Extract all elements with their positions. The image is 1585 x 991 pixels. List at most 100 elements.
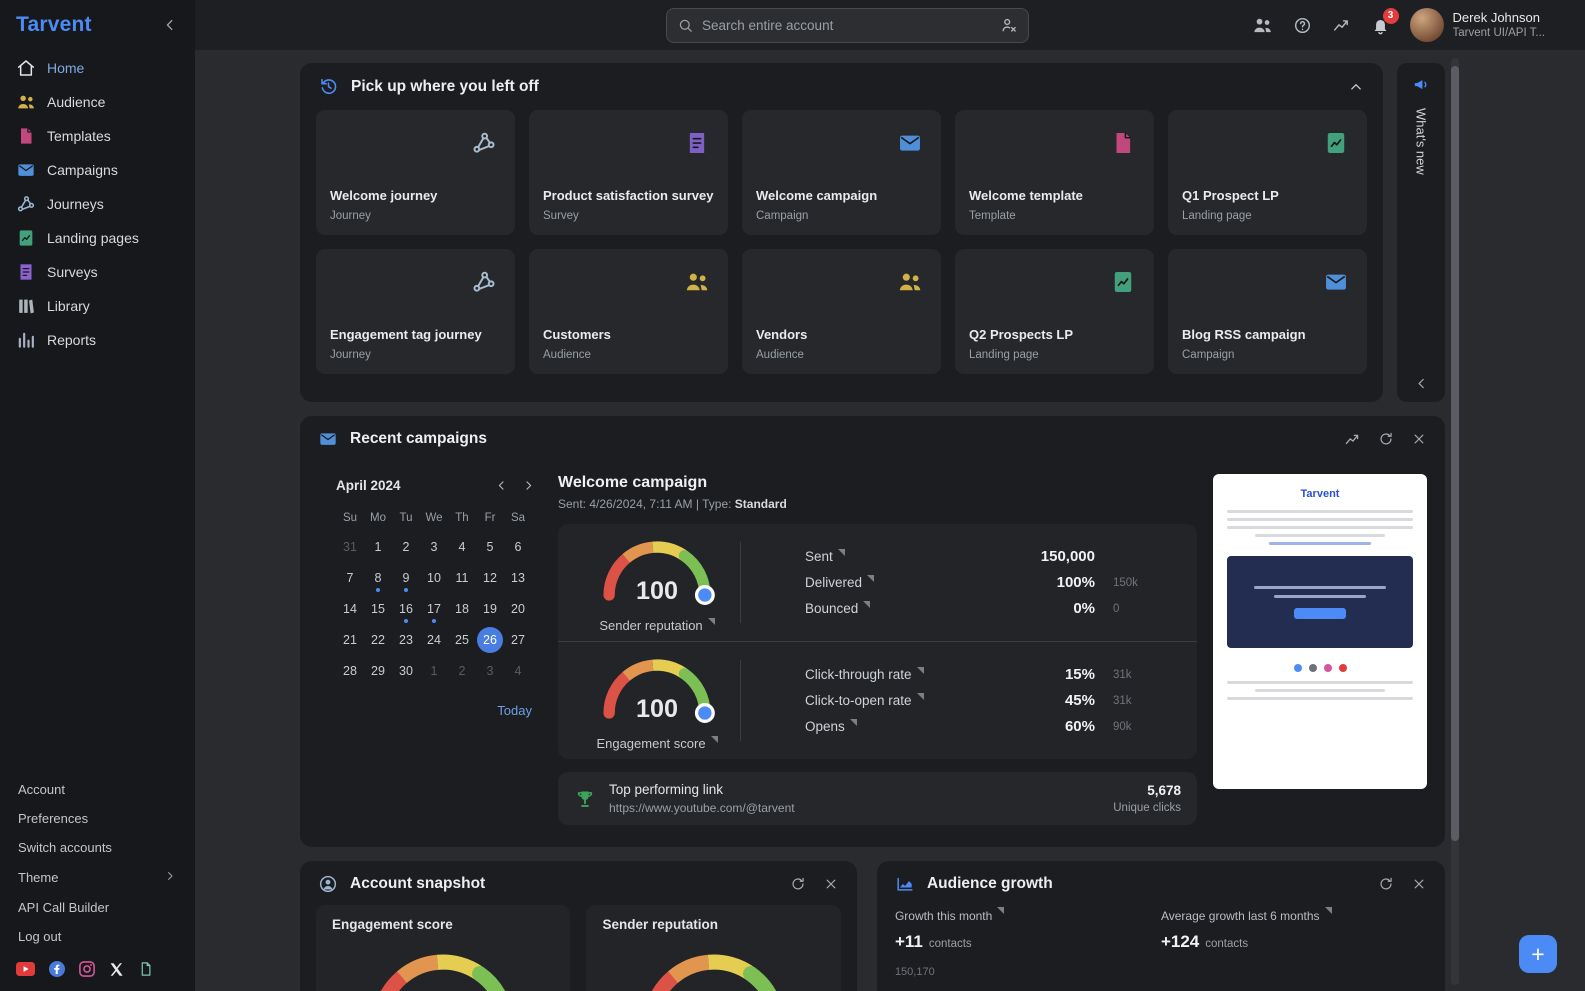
calendar-day[interactable]: 11 (448, 562, 476, 593)
calendar-day[interactable]: 30 (392, 655, 420, 686)
pickup-tile-welcome-campaign[interactable]: Welcome campaign Campaign (742, 110, 941, 235)
calendar-day[interactable]: 4 (504, 655, 532, 686)
sidebar-footer-account[interactable]: Account (0, 775, 195, 804)
top-performing-link[interactable]: Top performing link https://www.youtube.… (558, 772, 1197, 826)
calendar-day[interactable]: 17 (420, 593, 448, 624)
pickup-tile-blog-rss-campaign[interactable]: Blog RSS campaign Campaign (1168, 249, 1367, 374)
avatar[interactable] (1409, 8, 1444, 42)
calendar-day[interactable]: 6 (504, 531, 532, 562)
pickup-tile-welcome-journey[interactable]: Welcome journey Journey (316, 110, 515, 235)
sidebar-item-campaigns[interactable]: Campaigns (0, 153, 195, 187)
create-new-button[interactable]: + (1519, 935, 1557, 973)
calendar-day[interactable]: 19 (476, 593, 504, 624)
calendar-day[interactable]: 21 (336, 624, 364, 655)
sidebar-footer-api-call-builder[interactable]: API Call Builder (0, 893, 195, 922)
calendar-day[interactable]: 3 (476, 655, 504, 686)
calendar-day[interactable]: 1 (420, 655, 448, 686)
user-menu[interactable]: Derek Johnson Tarvent UI/API T... (1409, 8, 1545, 42)
pickup-tile-vendors[interactable]: Vendors Audience (742, 249, 941, 374)
calendar-day[interactable]: 1 (364, 531, 392, 562)
sidebar-item-reports[interactable]: Reports (0, 323, 195, 357)
scrollbar-thumb[interactable] (1451, 66, 1459, 841)
email-preview[interactable]: Tarvent (1213, 474, 1427, 789)
x-icon[interactable] (109, 962, 124, 977)
chart-icon[interactable] (1344, 431, 1361, 448)
growth-axis-label: 150,170 (894, 966, 935, 978)
scrollbar-track[interactable] (1451, 58, 1459, 985)
facebook-icon[interactable] (49, 961, 65, 977)
calendar-day[interactable]: 28 (336, 655, 364, 686)
search-input[interactable] (702, 17, 992, 33)
help-icon[interactable] (1293, 16, 1312, 35)
calendar-day[interactable]: 3 (420, 531, 448, 562)
notifications-bell-icon[interactable]: 3 (1371, 7, 1399, 35)
instagram-icon[interactable] (79, 961, 95, 977)
document-icon[interactable] (138, 961, 154, 977)
app-logo[interactable]: Tarvent (16, 13, 92, 37)
calendar-day[interactable]: 18 (448, 593, 476, 624)
calendar-day[interactable]: 25 (448, 624, 476, 655)
close-icon[interactable] (1411, 431, 1427, 447)
sidebar-footer-log-out[interactable]: Log out (0, 922, 195, 951)
top-link-clicks-caption: Unique clicks (1113, 802, 1181, 815)
calendar-day[interactable]: 31 (336, 531, 364, 562)
calendar-day[interactable]: 27 (504, 624, 532, 655)
sidebar-item-journeys[interactable]: Journeys (0, 187, 195, 221)
calendar-day[interactable]: 23 (392, 624, 420, 655)
sidebar-footer-preferences[interactable]: Preferences (0, 804, 195, 833)
calendar-day[interactable]: 24 (420, 624, 448, 655)
calendar-today-link[interactable]: Today (497, 703, 532, 718)
calendar-day[interactable]: 8 (364, 562, 392, 593)
refresh-icon[interactable] (1378, 431, 1394, 447)
sidebar-item-surveys[interactable]: Surveys (0, 255, 195, 289)
contact-search-icon[interactable] (1000, 16, 1018, 34)
calendar-day[interactable]: 12 (476, 562, 504, 593)
contacts-icon[interactable] (1252, 15, 1273, 36)
pickup-tile-product-satisfaction-survey[interactable]: Product satisfaction survey Survey (529, 110, 728, 235)
pickup-tile-q1-prospect-lp[interactable]: Q1 Prospect LP Landing page (1168, 110, 1367, 235)
calendar-day[interactable]: 7 (336, 562, 364, 593)
calendar-prev-icon[interactable] (494, 478, 509, 493)
close-icon[interactable] (823, 876, 839, 892)
whats-new-panel[interactable]: What's new (1397, 63, 1445, 402)
pickup-tile-engagement-tag-journey[interactable]: Engagement tag journey Journey (316, 249, 515, 374)
sidebar-footer-theme[interactable]: Theme (0, 862, 195, 893)
youtube-icon[interactable] (16, 962, 35, 976)
sidebar-item-landing-pages[interactable]: Landing pages (0, 221, 195, 255)
calendar-day[interactable]: 15 (364, 593, 392, 624)
calendar-day[interactable]: 2 (448, 655, 476, 686)
analytics-icon[interactable] (1332, 16, 1351, 35)
calendar-day[interactable]: 9 (392, 562, 420, 593)
calendar-day[interactable]: 5 (476, 531, 504, 562)
calendar-day[interactable]: 26 (476, 624, 504, 655)
pickup-tile-welcome-template[interactable]: Welcome template Template (955, 110, 1154, 235)
email-preview-logo: Tarvent (1300, 488, 1340, 500)
calendar-day[interactable]: 20 (504, 593, 532, 624)
sidebar-footer-switch-accounts[interactable]: Switch accounts (0, 833, 195, 862)
sidebar-item-home[interactable]: Home (0, 51, 195, 85)
tile-type: Journey (330, 210, 371, 222)
calendar-day[interactable]: 4 (448, 531, 476, 562)
calendar-day[interactable]: 13 (504, 562, 532, 593)
calendar-day[interactable]: 22 (364, 624, 392, 655)
expand-chevron-left-icon[interactable] (1413, 375, 1430, 392)
refresh-icon[interactable] (1378, 876, 1394, 892)
calendar-day[interactable]: 29 (364, 655, 392, 686)
top-link-url[interactable]: https://www.youtube.com/@tarvent (609, 800, 795, 817)
calendar-day[interactable]: 14 (336, 593, 364, 624)
calendar-day[interactable]: 10 (420, 562, 448, 593)
search-box[interactable] (666, 7, 1029, 43)
collapse-chevron-up-icon[interactable] (1347, 78, 1365, 96)
calendar-day[interactable]: 16 (392, 593, 420, 624)
pickup-tile-customers[interactable]: Customers Audience (529, 249, 728, 374)
sidebar-item-templates[interactable]: Templates (0, 119, 195, 153)
refresh-icon[interactable] (790, 876, 806, 892)
calendar-next-icon[interactable] (521, 478, 536, 493)
sidebar-item-library[interactable]: Library (0, 289, 195, 323)
recent-campaigns-card: Recent campaigns April 2024 Su Mo Tu We … (300, 416, 1445, 847)
calendar-day[interactable]: 2 (392, 531, 420, 562)
sidebar-item-audience[interactable]: Audience (0, 85, 195, 119)
pickup-tile-q2-prospects-lp[interactable]: Q2 Prospects LP Landing page (955, 249, 1154, 374)
close-icon[interactable] (1411, 876, 1427, 892)
sidebar-collapse-icon[interactable] (161, 16, 179, 34)
